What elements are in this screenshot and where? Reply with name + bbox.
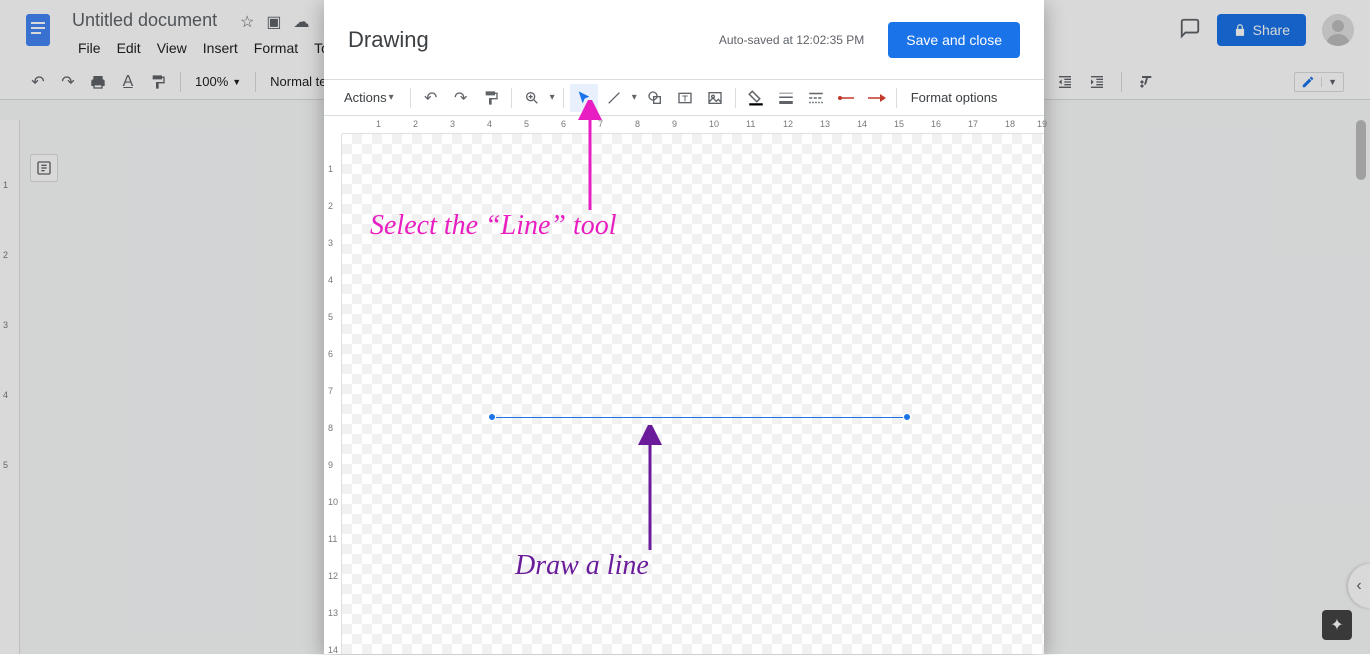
drawing-canvas[interactable] [342,134,1044,654]
line-color-icon[interactable] [742,84,770,112]
menu-view[interactable]: View [151,38,193,58]
docs-logo-icon[interactable] [18,10,58,50]
drawing-vertical-ruler: 1 2 3 4 5 6 7 8 9 10 11 12 13 14 [324,134,342,654]
select-tool[interactable] [570,84,598,112]
paint-format-icon[interactable] [146,70,170,94]
line-handle-end[interactable] [903,413,911,421]
scrollbar[interactable] [1356,120,1366,180]
star-icon[interactable]: ☆ [240,12,254,32]
editing-mode-button[interactable]: ▼ [1294,72,1344,92]
format-options-button[interactable]: Format options [903,84,1006,112]
line-end-icon[interactable] [862,84,890,112]
clear-format-icon[interactable] [1134,70,1158,94]
document-outline-icon[interactable] [30,154,58,182]
drawing-toolbar: Actions ▾ ↶ ↷ ▾ ▾ Format options [324,80,1044,116]
line-weight-icon[interactable] [772,84,800,112]
zoom-icon[interactable] [518,84,546,112]
shape-tool-icon[interactable] [641,84,669,112]
share-button[interactable]: Share [1217,14,1306,46]
document-title[interactable]: Untitled document [72,10,217,31]
dialog-title: Drawing [348,27,429,53]
menu-insert[interactable]: Insert [197,38,244,58]
indent-decrease-icon[interactable] [1053,70,1077,94]
menu-file[interactable]: File [72,38,107,58]
image-tool-icon[interactable] [701,84,729,112]
vertical-ruler: 1 2 3 4 5 [0,120,20,654]
comments-icon[interactable] [1179,17,1201,44]
redo-icon[interactable]: ↷ [447,84,475,112]
indent-increase-icon[interactable] [1085,70,1109,94]
line-handle-start[interactable] [488,413,496,421]
zoom-dropdown[interactable]: ▾ [548,92,557,103]
undo-icon[interactable]: ↶ [26,70,50,94]
user-avatar[interactable] [1322,14,1354,46]
textbox-tool-icon[interactable] [671,84,699,112]
print-icon[interactable] [86,70,110,94]
move-icon[interactable]: ▣ [266,12,281,32]
drawing-dialog: Drawing Auto-saved at 12:02:35 PM Save a… [324,0,1044,654]
cloud-status-icon[interactable]: ☁ [293,12,309,32]
menu-format[interactable]: Format [248,38,304,58]
title-actions: ☆ ▣ ☁ [240,12,309,32]
save-and-close-button[interactable]: Save and close [888,22,1020,58]
menu-edit[interactable]: Edit [111,38,147,58]
line-tool-dropdown[interactable]: ▾ [630,92,639,103]
zoom-select[interactable]: 100%▼ [191,74,245,89]
side-panel-toggle[interactable]: ‹ [1348,564,1370,608]
autosave-status: Auto-saved at 12:02:35 PM [719,33,864,47]
paint-format-icon[interactable] [477,84,505,112]
line-tool[interactable] [600,84,628,112]
horizontal-ruler: 1 2 3 4 5 6 7 8 9 10 11 12 13 14 15 16 1… [342,116,1044,134]
undo-icon[interactable]: ↶ [417,84,445,112]
spellcheck-icon[interactable]: A̲ [116,70,140,94]
menu-bar: File Edit View Insert Format Tools [72,38,353,58]
explore-icon[interactable]: ✦ [1322,610,1352,640]
line-start-icon[interactable] [832,84,860,112]
chevron-down-icon: ▼ [1321,77,1337,87]
share-label: Share [1253,22,1290,38]
drawn-line-shape[interactable] [492,417,907,419]
redo-icon[interactable]: ↷ [56,70,80,94]
line-dash-icon[interactable] [802,84,830,112]
actions-menu[interactable]: Actions ▾ [336,84,404,112]
